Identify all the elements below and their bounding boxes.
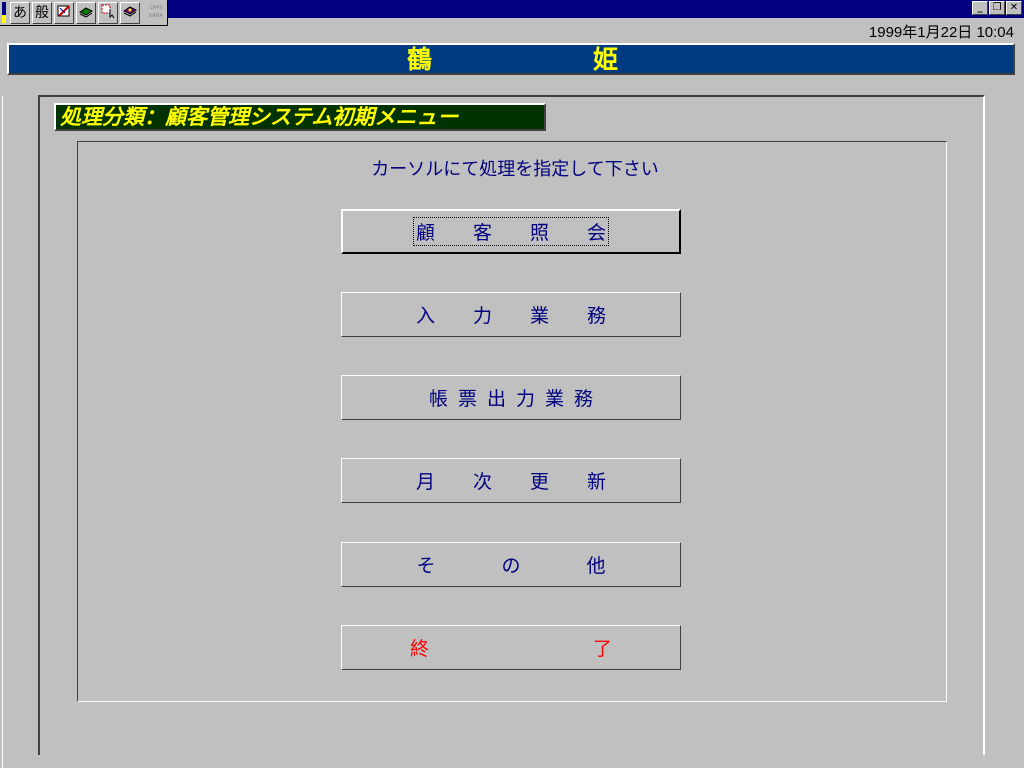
report-output-char: 票 — [457, 388, 477, 410]
ime-dictionary-icon[interactable] — [76, 2, 96, 24]
ime-toolbar: あ 般 CAPS KANA — [0, 0, 168, 26]
help-book-icon — [123, 6, 137, 17]
ime-pad-icon[interactable] — [54, 2, 74, 24]
book-icon — [79, 7, 93, 18]
monthly-update-char: 更 — [530, 471, 550, 493]
customer-inquiry-char: 客 — [472, 222, 492, 244]
close-icon: ✕ — [1009, 2, 1019, 13]
monthly-update-button[interactable]: 月次更新 — [341, 458, 681, 503]
system-title-char-1: 鶴 — [407, 45, 433, 74]
report-output-char: 務 — [574, 388, 594, 410]
monthly-update-char: 次 — [472, 471, 492, 493]
customer-inquiry-char: 顧 — [415, 222, 435, 244]
restore-icon: ❐ — [992, 2, 1002, 13]
input-work-char: 業 — [530, 305, 550, 327]
instruction-text: カーソルにて処理を指定して下さい — [371, 159, 659, 180]
kana-label: KANA — [149, 13, 163, 19]
report-output-char: 出 — [486, 388, 506, 410]
ime-mode-label: あ — [13, 5, 27, 21]
input-work-char: 入 — [415, 305, 435, 327]
handwriting-icon — [57, 5, 70, 17]
minimize-icon: _ — [977, 2, 983, 13]
others-char: そ — [416, 555, 436, 577]
ime-conversion-label: 般 — [35, 5, 49, 21]
customer-inquiry-char: 会 — [587, 222, 607, 244]
system-title-char-2: 姫 — [593, 45, 619, 74]
report-output-char: 帳 — [428, 388, 448, 410]
caps-label: CAPS — [149, 5, 163, 11]
customer-inquiry-button[interactable]: 顧客照会 — [341, 209, 681, 254]
exit-char: 了 — [593, 638, 613, 660]
focus-indicator: 顧客照会 — [412, 217, 610, 246]
datetime-display: 1999年1月22日 10:04 — [868, 24, 1014, 41]
input-work-char: 力 — [472, 305, 492, 327]
left-edge-divider — [0, 96, 3, 768]
others-char: 他 — [586, 555, 606, 577]
input-work-button[interactable]: 入力業務 — [341, 292, 681, 337]
others-button[interactable]: その他 — [341, 542, 681, 587]
exit-button[interactable]: 終了 — [341, 625, 681, 670]
others-char: の — [501, 555, 521, 577]
ime-softkeyboard-icon[interactable] — [98, 2, 118, 24]
ime-grip-handle[interactable] — [2, 2, 6, 23]
monthly-update-char: 月 — [415, 471, 435, 493]
customer-inquiry-char: 照 — [530, 222, 550, 244]
close-button[interactable]: ✕ — [1006, 1, 1022, 15]
system-title-band: 鶴 姫 — [7, 43, 1015, 75]
ime-conversion-button[interactable]: 般 — [32, 2, 52, 24]
ime-mode-button[interactable]: あ — [10, 2, 30, 24]
keyboard-pointer-icon — [101, 4, 115, 19]
minimize-button[interactable]: _ — [972, 1, 988, 15]
report-output-char: 業 — [545, 388, 565, 410]
input-work-char: 務 — [587, 305, 607, 327]
restore-button[interactable]: ❐ — [989, 1, 1005, 15]
category-label: 処理分類：顧客管理システム初期メニュー — [54, 103, 546, 131]
caps-kana-indicator: CAPS KANA — [146, 4, 166, 20]
report-output-char: 力 — [516, 388, 536, 410]
ime-help-icon[interactable] — [120, 2, 140, 24]
exit-char: 終 — [409, 638, 429, 660]
monthly-update-char: 新 — [587, 471, 607, 493]
report-output-button[interactable]: 帳票出力業務 — [341, 375, 681, 420]
